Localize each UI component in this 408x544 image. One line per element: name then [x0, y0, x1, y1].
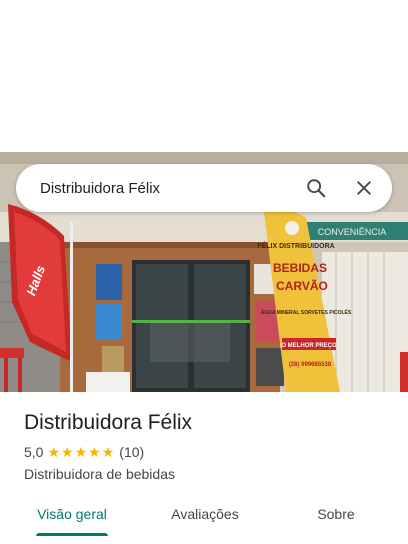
banner-right-line3: ÁGUA MINERAL SORVETES PICOLÉS: [261, 308, 352, 316]
star-icon: ★: [88, 444, 101, 460]
star-icon: ★: [101, 444, 115, 460]
rating-row[interactable]: 5,0 ★ ★ ★ ★ ★ (10): [24, 442, 384, 462]
tab-about[interactable]: Sobre: [296, 492, 376, 536]
search-icon: [307, 179, 326, 198]
banner-right-phone: (28) 999685538: [289, 362, 332, 368]
tab-label: Visão geral: [37, 506, 107, 522]
tab-label: Sobre: [317, 506, 355, 522]
place-category[interactable]: Distribuidora de bebidas: [24, 464, 384, 484]
star-icon: ★: [47, 444, 61, 460]
tab-overview[interactable]: Visão geral: [24, 492, 120, 536]
rating-value: 5,0: [24, 444, 44, 460]
star-icon: ★: [61, 444, 74, 460]
search-input[interactable]: Distribuidora Félix: [16, 180, 292, 197]
banner-right-line2: CARVÃO: [276, 278, 328, 293]
search-bar[interactable]: Distribuidora Félix: [16, 164, 392, 212]
banner-right-line1: BEBIDAS: [273, 261, 327, 275]
banner-right-title: FÉLIX DISTRIBUIDORA: [257, 241, 334, 250]
banner-right-line4: O MELHOR PREÇO: [281, 343, 337, 349]
place-info: Distribuidora Félix 5,0 ★ ★ ★ ★ ★ (10) D…: [24, 408, 384, 484]
review-count[interactable]: (10): [119, 444, 144, 460]
rating-stars: ★ ★ ★ ★ ★: [47, 445, 115, 459]
clear-search-button[interactable]: [340, 164, 388, 212]
close-icon: [357, 181, 371, 195]
place-tabs: Visão geral Avaliações Sobre: [0, 492, 408, 536]
store-sign-text: CONVENIÊNCIA: [318, 227, 387, 237]
active-tab-indicator: [36, 533, 108, 536]
tab-reviews[interactable]: Avaliações: [160, 492, 250, 536]
place-title: Distribuidora Félix: [24, 411, 193, 434]
search-button[interactable]: [292, 164, 340, 212]
tab-label: Avaliações: [171, 506, 239, 522]
star-icon: ★: [74, 444, 88, 460]
